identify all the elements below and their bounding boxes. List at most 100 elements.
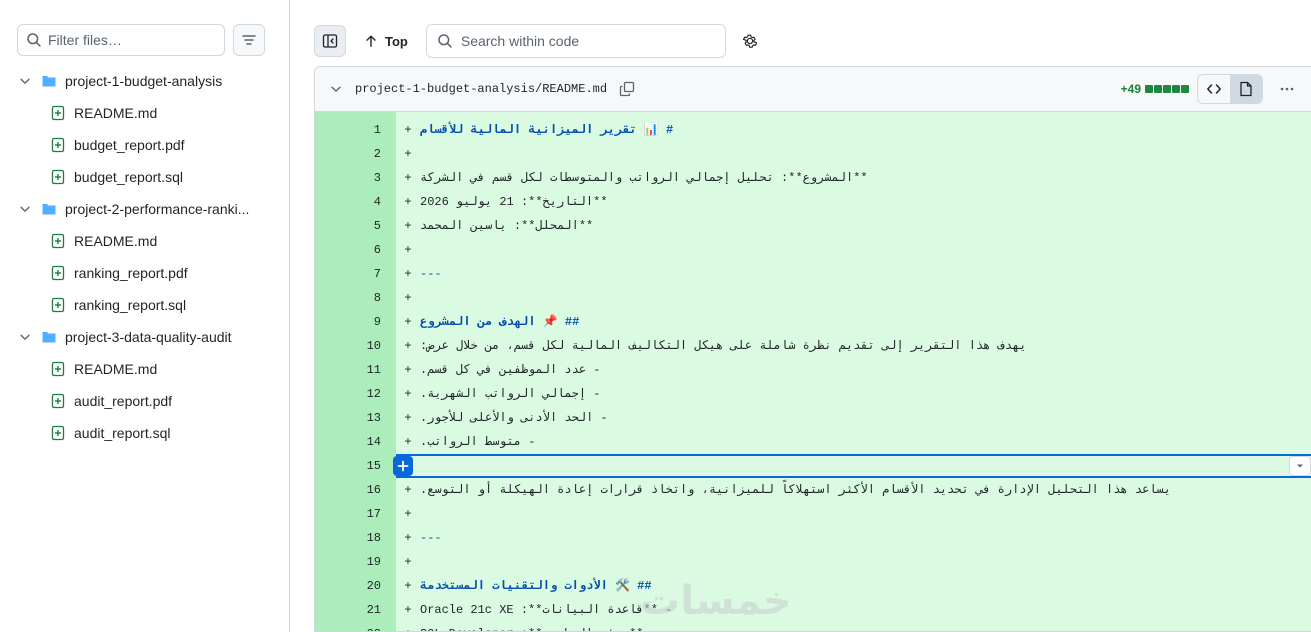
code-view-button[interactable] bbox=[1198, 75, 1230, 103]
diff-line[interactable]: 15 bbox=[315, 454, 1311, 478]
tree-file[interactable]: ranking_report.sql bbox=[0, 289, 289, 321]
search-within-code-input[interactable] bbox=[460, 33, 711, 49]
line-number[interactable]: 5 bbox=[315, 214, 396, 238]
line-text: - متوسط الرواتب. bbox=[420, 435, 536, 449]
line-prefix: + bbox=[404, 507, 412, 521]
tree-folder[interactable]: project-2-performance-ranki... bbox=[0, 193, 289, 225]
file-added-icon bbox=[51, 233, 65, 249]
tree-file[interactable]: budget_report.sql bbox=[0, 161, 289, 193]
diff-line[interactable]: 9 + ## 📌 الهدف من المشروع bbox=[315, 310, 1311, 334]
line-code: + - متوسط الرواتب. bbox=[396, 430, 1311, 454]
tree-file[interactable]: ranking_report.pdf bbox=[0, 257, 289, 289]
search-within-code-field[interactable] bbox=[425, 24, 726, 58]
settings-button[interactable] bbox=[734, 25, 766, 57]
line-prefix: + bbox=[404, 267, 412, 281]
line-prefix: + bbox=[404, 555, 412, 569]
line-number[interactable]: 2 bbox=[315, 142, 396, 166]
diff-line[interactable]: 19 + bbox=[315, 550, 1311, 574]
line-number[interactable]: 12 bbox=[315, 382, 396, 406]
line-text: - عدد الموظفين في كل قسم. bbox=[420, 363, 601, 377]
line-number[interactable]: 22 bbox=[315, 622, 396, 631]
diffstat-blocks bbox=[1145, 85, 1189, 93]
tree-file[interactable]: README.md bbox=[0, 225, 289, 257]
diff-line[interactable]: 13 + - الحد الأدنى والأعلى للأجور. bbox=[315, 406, 1311, 430]
file-tree: project-1-budget-analysis README.md budget… bbox=[0, 65, 289, 449]
diff-line[interactable]: 12 + - إجمالي الرواتب الشهرية. bbox=[315, 382, 1311, 406]
chevron-down-icon[interactable] bbox=[329, 82, 343, 96]
line-code: + **التاريخ**: 21 يوليو 2026 bbox=[396, 190, 1311, 214]
line-number[interactable]: 4 bbox=[315, 190, 396, 214]
line-number[interactable]: 16 bbox=[315, 478, 396, 502]
line-number[interactable]: 11 bbox=[315, 358, 396, 382]
copy-icon[interactable] bbox=[619, 81, 635, 97]
toggle-sidebar-button[interactable] bbox=[314, 25, 346, 57]
line-number[interactable]: 14 bbox=[315, 430, 396, 454]
diff-line[interactable]: 10 + يهدف هذا التقرير إلى تقديم نظرة شاملة… bbox=[315, 334, 1311, 358]
line-menu-button[interactable] bbox=[1289, 456, 1311, 476]
line-number[interactable]: 19 bbox=[315, 550, 396, 574]
diff-line[interactable]: 5 + **المحلل**: ياسين المحمد bbox=[315, 214, 1311, 238]
filter-files-input[interactable] bbox=[48, 32, 218, 48]
filter-files-field[interactable] bbox=[17, 24, 225, 56]
diff-line[interactable]: 3 + **المشروع**: تحليل إجمالي الرواتب والم… bbox=[315, 166, 1311, 190]
filter-options-button[interactable] bbox=[233, 24, 265, 56]
diff-line[interactable]: 17 + bbox=[315, 502, 1311, 526]
line-number[interactable]: 13 bbox=[315, 406, 396, 430]
line-number[interactable]: 18 bbox=[315, 526, 396, 550]
tree-file[interactable]: README.md bbox=[0, 353, 289, 385]
line-code: + - عدد الموظفين في كل قسم. bbox=[396, 358, 1311, 382]
line-number[interactable]: 3 bbox=[315, 166, 396, 190]
line-code: + **المحلل**: ياسين المحمد bbox=[396, 214, 1311, 238]
diff-line[interactable]: 20 + ## 🛠️ الأدوات والتقنيات المستخدمة bbox=[315, 574, 1311, 598]
tree-file[interactable]: README.md bbox=[0, 97, 289, 129]
tree-item-label: README.md bbox=[74, 233, 158, 249]
tree-item-label: budget_report.sql bbox=[74, 169, 183, 185]
diff-line[interactable]: 18 + --- bbox=[315, 526, 1311, 550]
diff-line[interactable]: 22+- **بيئة التطوير**: SQL Developer bbox=[315, 622, 1311, 631]
line-number[interactable]: 15 bbox=[315, 454, 396, 478]
diff-line[interactable]: 4 + **التاريخ**: 21 يوليو 2026 bbox=[315, 190, 1311, 214]
tree-file[interactable]: budget_report.pdf bbox=[0, 129, 289, 161]
line-number[interactable]: 6 bbox=[315, 238, 396, 262]
filter-icon bbox=[242, 35, 256, 45]
tree-folder[interactable]: project-3-data-quality-audit bbox=[0, 321, 289, 353]
line-number[interactable]: 7 bbox=[315, 262, 396, 286]
line-prefix: + bbox=[404, 483, 412, 497]
view-toggle bbox=[1197, 74, 1263, 104]
line-number[interactable]: 21 bbox=[315, 598, 396, 622]
add-comment-button[interactable] bbox=[393, 456, 413, 476]
line-prefix: + bbox=[404, 195, 412, 209]
line-code: + # 📊 تقرير الميزانية المالية للأقسام bbox=[396, 118, 1311, 142]
diff-line[interactable]: 16 + يساعد هذا التحليل الإدارة في تحديد ال… bbox=[315, 478, 1311, 502]
line-number[interactable]: 9 bbox=[315, 310, 396, 334]
kebab-horizontal-icon bbox=[1280, 87, 1294, 91]
line-number[interactable]: 10 bbox=[315, 334, 396, 358]
line-number[interactable]: 20 bbox=[315, 574, 396, 598]
diff-line[interactable]: 14 + - متوسط الرواتب. bbox=[315, 430, 1311, 454]
diff-line[interactable]: 7 + --- bbox=[315, 262, 1311, 286]
line-text: ## 🛠️ الأدوات والتقنيات المستخدمة bbox=[420, 579, 652, 593]
line-number[interactable]: 8 bbox=[315, 286, 396, 310]
top-button[interactable]: Top bbox=[364, 34, 408, 49]
line-text: **المشروع**: تحليل إجمالي الرواتب والمتو… bbox=[420, 171, 868, 185]
diff-line[interactable]: 8 + bbox=[315, 286, 1311, 310]
rich-view-button[interactable] bbox=[1230, 75, 1262, 103]
line-prefix: + bbox=[404, 363, 412, 377]
diffstat-block bbox=[1163, 85, 1171, 93]
diff-line[interactable]: 11 + - عدد الموظفين في كل قسم. bbox=[315, 358, 1311, 382]
line-number[interactable]: 1 bbox=[315, 118, 396, 142]
diff-line[interactable]: 6 + bbox=[315, 238, 1311, 262]
diffstat-block bbox=[1181, 85, 1189, 93]
more-options-button[interactable] bbox=[1271, 74, 1303, 104]
file-path[interactable]: project-1-budget-analysis/README.md bbox=[355, 82, 607, 96]
tree-folder[interactable]: project-1-budget-analysis bbox=[0, 65, 289, 97]
tree-file[interactable]: audit_report.sql bbox=[0, 417, 289, 449]
diff-line[interactable]: 2 + bbox=[315, 142, 1311, 166]
line-code: +- **بيئة التطوير**: SQL Developer bbox=[396, 622, 1311, 631]
diff-line[interactable]: 21 + - **قاعدة البيانات**: Oracle 21c XE bbox=[315, 598, 1311, 622]
diff-line[interactable]: 1 + # 📊 تقرير الميزانية المالية للأقسام bbox=[315, 118, 1311, 142]
tree-file[interactable]: audit_report.pdf bbox=[0, 385, 289, 417]
diff-body: 1 + # 📊 تقرير الميزانية المالية للأقسام 2 +3… bbox=[315, 112, 1311, 631]
line-number[interactable]: 17 bbox=[315, 502, 396, 526]
file-added-icon bbox=[51, 105, 65, 121]
